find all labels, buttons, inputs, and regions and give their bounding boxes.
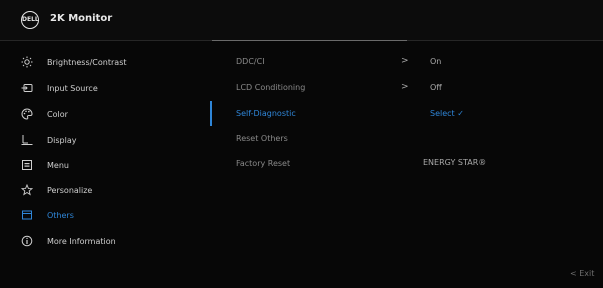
sidebar-item-others[interactable]: Others <box>20 207 200 223</box>
sidebar-item-more-information[interactable]: More Information <box>20 233 200 249</box>
option-lcd-conditioning-value: Off <box>430 83 442 92</box>
option-self-diagnostic[interactable]: Self-Diagnostic <box>236 109 296 123</box>
dell-logo: DELL <box>21 11 39 29</box>
color-palette-icon <box>20 107 34 121</box>
sidebar-item-label: Brightness/Contrast <box>47 57 127 67</box>
chevron-right-icon: > <box>401 56 409 66</box>
header-divider-accent <box>212 40 407 41</box>
osd-menu: DELL 2K Monitor Brightness/Contrast Inpu… <box>0 0 603 288</box>
header: DELL 2K Monitor <box>0 0 603 40</box>
info-icon <box>20 234 34 248</box>
monitor-title: 2K Monitor <box>50 13 113 24</box>
sidebar-item-label: Display <box>47 135 77 145</box>
display-icon <box>20 133 34 147</box>
selection-indicator <box>210 101 212 126</box>
brightness-icon <box>20 55 34 69</box>
sidebar-item-personalize[interactable]: Personalize <box>20 182 200 198</box>
star-icon <box>20 183 34 197</box>
sidebar-item-input-source[interactable]: Input Source <box>20 80 200 96</box>
sidebar-item-brightness-contrast[interactable]: Brightness/Contrast <box>20 54 200 70</box>
sidebar-item-label: Personalize <box>47 185 93 195</box>
option-reset-others[interactable]: Reset Others <box>236 134 288 148</box>
option-lcd-conditioning[interactable]: LCD Conditioning <box>236 83 305 97</box>
exit-button[interactable]: < Exit <box>570 269 594 278</box>
sidebar-item-label: Others <box>47 210 74 220</box>
option-self-diagnostic-value[interactable]: Select ✓ <box>430 109 464 118</box>
chevron-right-icon: > <box>401 82 409 92</box>
sidebar-item-label: Menu <box>47 160 69 170</box>
sidebar-item-menu[interactable]: Menu <box>20 157 200 173</box>
option-ddc-ci-value: On <box>430 57 442 66</box>
option-ddc-ci[interactable]: DDC/CI <box>236 57 265 71</box>
sidebar-item-label: More Information <box>47 236 116 246</box>
sidebar-item-label: Input Source <box>47 83 98 93</box>
input-source-icon <box>20 81 34 95</box>
energy-star-label: ENERGY STAR® <box>423 158 487 167</box>
option-factory-reset[interactable]: Factory Reset <box>236 159 290 173</box>
sidebar-item-label: Color <box>47 109 68 119</box>
sidebar-item-display[interactable]: Display <box>20 132 200 148</box>
others-icon <box>20 208 34 222</box>
sidebar-item-color[interactable]: Color <box>20 106 200 122</box>
menu-icon <box>20 158 34 172</box>
